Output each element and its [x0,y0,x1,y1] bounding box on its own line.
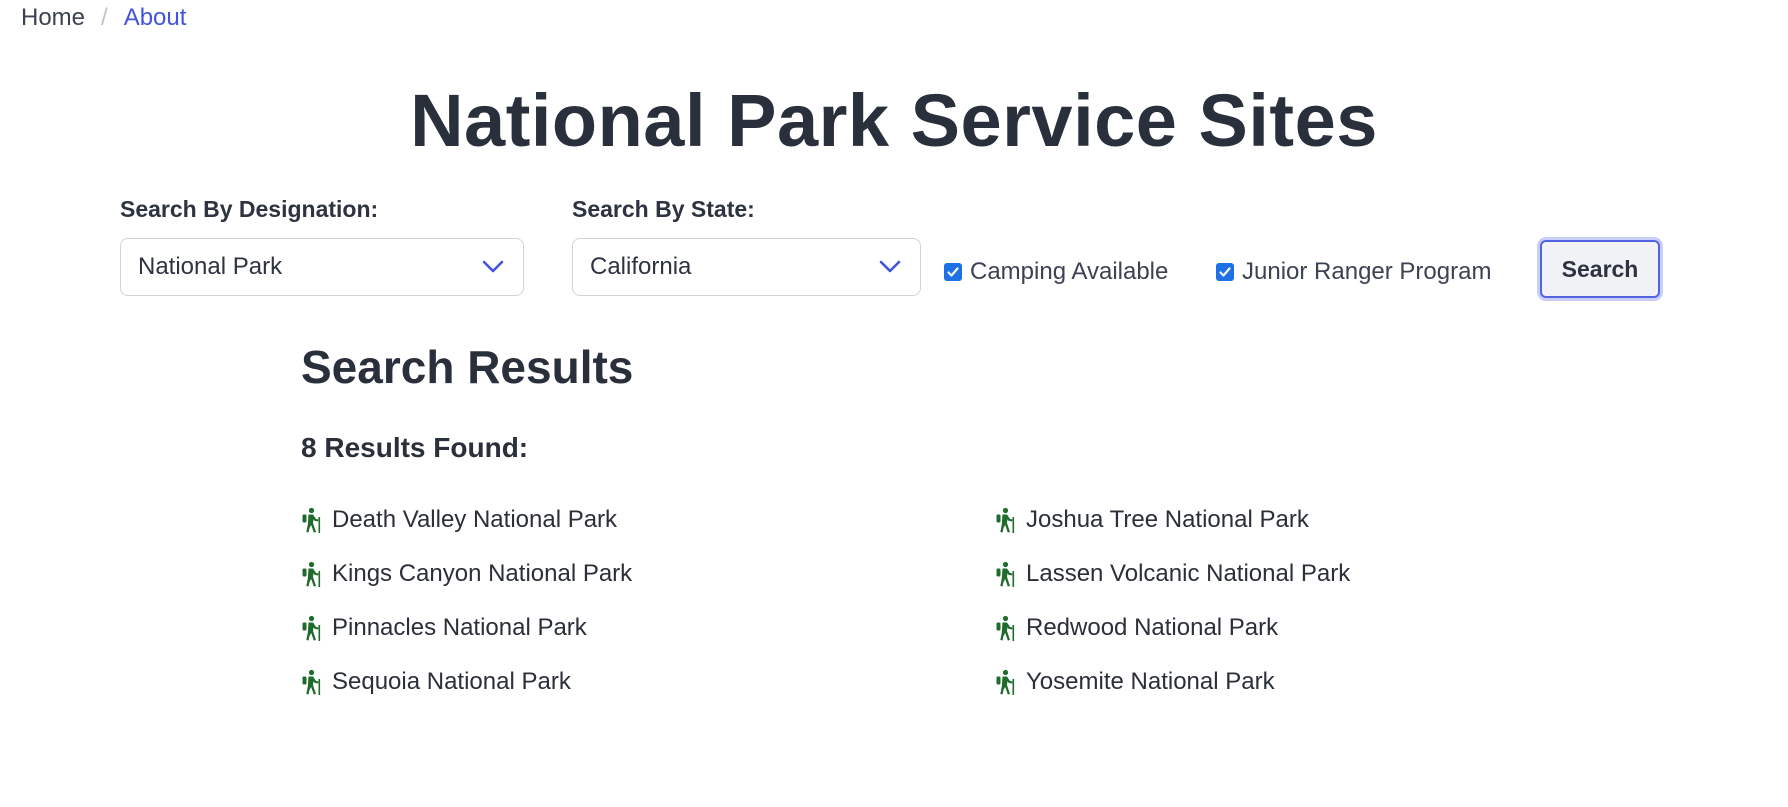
result-link[interactable]: Yosemite National Park [1026,668,1275,696]
list-item: Joshua Tree National Park [995,500,1401,540]
search-button[interactable]: Search [1540,240,1660,298]
designation-select[interactable]: National Park [120,238,524,296]
breadcrumb-home-link[interactable]: Home [21,4,85,32]
hiker-icon [302,669,321,695]
chevron-down-icon [879,260,901,273]
camping-checkbox-row: Camping Available [944,258,1168,286]
state-label: Search By State: [572,196,755,222]
breadcrumb-separator: / [101,4,108,31]
designation-selected-value: National Park [138,253,283,280]
hiker-icon [996,669,1015,695]
chevron-down-icon [482,260,504,273]
results-count: 8 Results Found: [301,432,529,463]
junior-ranger-label[interactable]: Junior Ranger Program [1242,258,1491,286]
breadcrumb: Home / About [21,4,186,32]
list-item: Yosemite National Park [995,662,1401,702]
result-link[interactable]: Lassen Volcanic National Park [1026,560,1350,588]
camping-checkbox[interactable] [944,263,962,281]
list-item: Sequoia National Park [301,662,995,702]
result-link[interactable]: Pinnacles National Park [332,614,587,642]
hiker-icon [302,507,321,533]
result-link[interactable]: Sequoia National Park [332,668,571,696]
checkmark-icon [947,267,959,277]
list-item: Pinnacles National Park [301,608,995,648]
hiker-icon [996,561,1015,587]
designation-label: Search By Designation: [120,196,379,222]
junior-ranger-checkbox[interactable] [1216,263,1234,281]
hiker-icon [996,615,1015,641]
state-selected-value: California [590,253,692,280]
hiker-icon [302,615,321,641]
junior-ranger-checkbox-row: Junior Ranger Program [1216,258,1491,286]
list-item: Lassen Volcanic National Park [995,554,1401,594]
result-link[interactable]: Joshua Tree National Park [1026,506,1309,534]
result-link[interactable]: Redwood National Park [1026,614,1278,642]
camping-label[interactable]: Camping Available [970,258,1168,286]
hiker-icon [996,507,1015,533]
list-item: Death Valley National Park [301,500,995,540]
list-item: Redwood National Park [995,608,1401,648]
page-title: National Park Service Sites [410,79,1378,162]
result-link[interactable]: Kings Canyon National Park [332,560,632,588]
results-list: Death Valley National Park Joshua Tree N… [301,500,1401,716]
results-title: Search Results [301,341,634,393]
hiker-icon [302,561,321,587]
list-item: Kings Canyon National Park [301,554,995,594]
checkmark-icon [1219,267,1231,277]
result-link[interactable]: Death Valley National Park [332,506,617,534]
breadcrumb-about-link[interactable]: About [124,4,187,32]
state-select[interactable]: California [572,238,921,296]
